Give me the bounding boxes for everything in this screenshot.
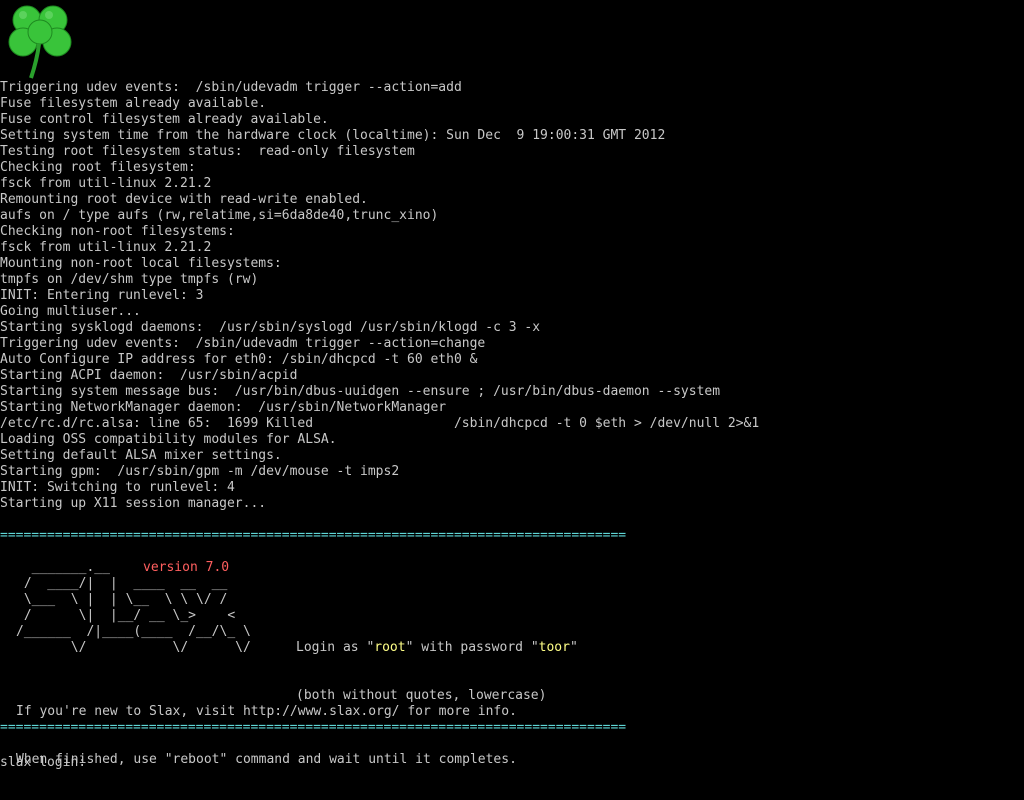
boot-log-line: /etc/rc.d/rc.alsa: line 65: 1699 Killed … [0,416,760,431]
info-text: If you're new to Slax, visit http://www.… [16,672,517,800]
clover-icon [8,5,72,79]
boot-log-line: Mounting non-root local filesystems: [0,256,282,271]
boot-log-line: Triggering udev events: /sbin/udevadm tr… [0,336,486,351]
login-credentials-line: Login as "root" with password "toor" [296,640,578,655]
boot-log-line: aufs on / type aufs (rw,relatime,si=6da8… [0,208,439,223]
info-line-website: If you're new to Slax, visit http://www.… [16,704,517,719]
boot-log-line: fsck from util-linux 2.21.2 [0,176,212,191]
boot-log-line: Starting gpm: /usr/sbin/gpm -m /dev/mous… [0,464,400,479]
boot-log-line: Checking root filesystem: [0,160,196,175]
boot-log-line: Triggering udev events: /sbin/udevadm tr… [0,80,462,95]
separator-top: ========================================… [0,528,627,543]
boot-log-line: Setting default ALSA mixer settings. [0,448,282,463]
boot-log-line: Fuse filesystem already available. [0,96,267,111]
console-screen: Triggering udev events: /sbin/udevadm tr… [0,0,1024,771]
boot-log-line: Starting up X11 session manager... [0,496,267,511]
username-hint: root [374,640,406,655]
boot-log-line: Remounting root device with read-write e… [0,192,368,207]
boot-log-line: Checking non-root filesystems: [0,224,235,239]
boot-log-line: Going multiuser... [0,304,141,319]
boot-log-line: Fuse control filesystem already availabl… [0,112,329,127]
login-prompt-line[interactable]: slax login: [0,752,102,771]
boot-log-line: Starting system message bus: /usr/bin/db… [0,384,721,399]
boot-log-line: fsck from util-linux 2.21.2 [0,240,212,255]
boot-log-line: Loading OSS compatibility modules for AL… [0,432,337,447]
boot-log-line: tmpfs on /dev/shm type tmpfs (rw) [0,272,259,287]
boot-log-line: Testing root filesystem status: read-onl… [0,144,415,159]
boot-log-line: INIT: Entering runlevel: 3 [0,288,204,303]
boot-log-line: Starting NetworkManager daemon: /usr/sbi… [0,400,447,415]
password-hint: toor [538,640,570,655]
boot-log: Triggering udev events: /sbin/udevadm tr… [0,80,759,512]
terminal-cursor[interactable] [94,752,102,766]
boot-log-line: Setting system time from the hardware cl… [0,128,666,143]
boot-log-line: Starting ACPI daemon: /usr/sbin/acpid [0,368,298,383]
version-label: version 7.0 [143,560,230,575]
boot-log-line: INIT: Switching to runlevel: 4 [0,480,235,495]
boot-log-line: Auto Configure IP address for eth0: /sbi… [0,352,478,367]
separator-bottom: ========================================… [0,720,627,735]
boot-log-line: Starting sysklogd daemons: /usr/sbin/sys… [0,320,541,335]
